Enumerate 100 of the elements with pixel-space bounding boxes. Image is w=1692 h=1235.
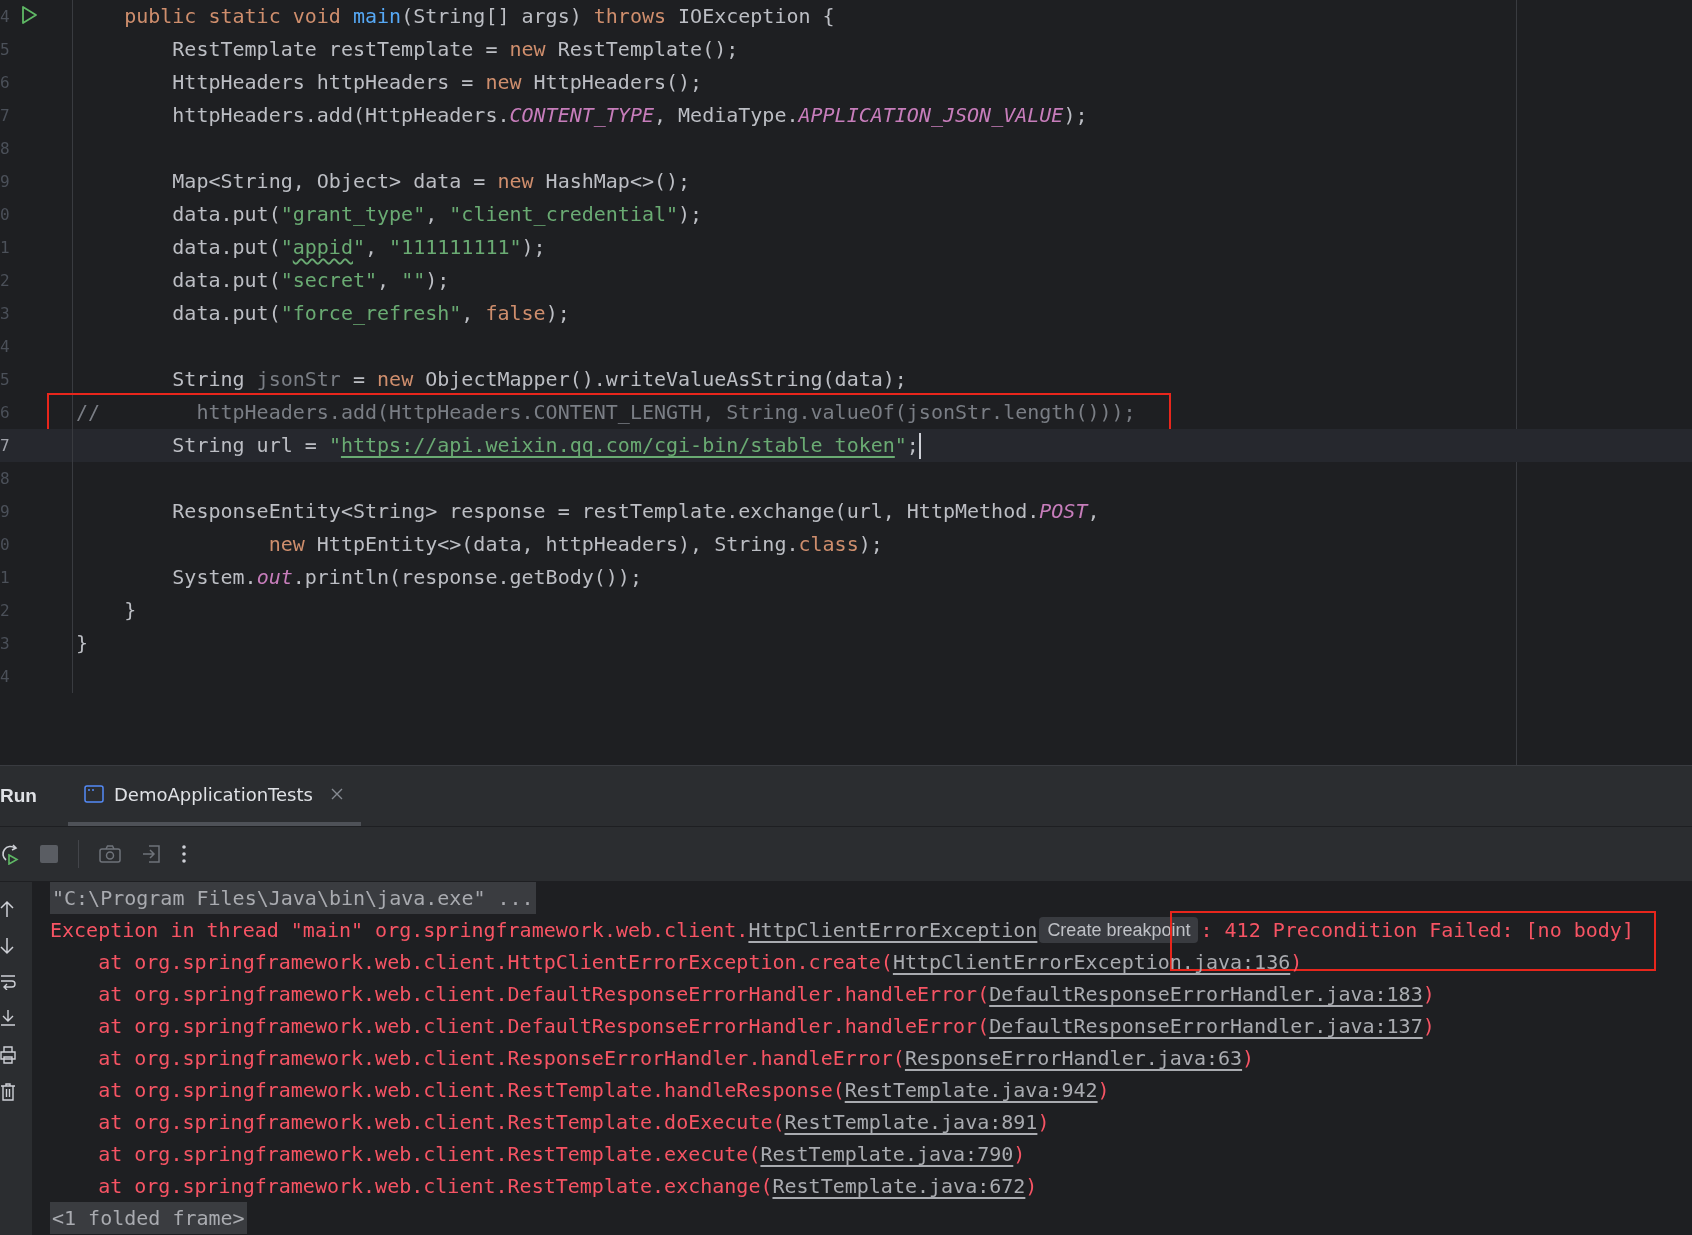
- folded-frames: <1 folded frame>: [50, 1202, 247, 1234]
- code-text: data.put(: [171, 267, 281, 294]
- error-text: at org.springframework.web.client.DefaultResponseErrorHandler.handleError(: [97, 981, 990, 1008]
- code-text: HttpHeaders httpHeaders =: [171, 69, 475, 96]
- error-text: at org.springframework.web.client.RestTemplate.handleResponse(: [97, 1077, 845, 1104]
- error-text: ): [1290, 949, 1303, 976]
- more-icon[interactable]: [181, 844, 187, 864]
- code-text: String: [171, 366, 246, 393]
- close-icon[interactable]: [330, 788, 343, 800]
- code-text: );: [1063, 102, 1088, 129]
- string-literal: ": [328, 432, 341, 459]
- code-text: }: [76, 630, 89, 657]
- code-text: RestTemplate restTemplate =: [171, 36, 499, 63]
- source-link[interactable]: RestTemplate.java:891: [784, 1106, 1038, 1138]
- static-field: APPLICATION_JSON_VALUE: [798, 99, 1064, 132]
- keyword: new: [485, 69, 522, 96]
- keyword: public static void: [123, 3, 342, 30]
- keyword: throws: [593, 3, 667, 30]
- scroll-to-end-icon[interactable]: [0, 1009, 16, 1027]
- text-cursor: [918, 432, 921, 459]
- source-link[interactable]: DefaultResponseErrorHandler.java:137: [989, 1010, 1423, 1042]
- error-text: at org.springframework.web.client.RestTemplate.doExecute(: [97, 1109, 785, 1136]
- source-link[interactable]: RestTemplate.java:790: [760, 1138, 1014, 1170]
- code-text: httpHeaders.add(HttpHeaders.: [171, 102, 510, 129]
- code-text: ObjectMapper().writeValueAsString(data);: [424, 366, 907, 393]
- code-comment: // httpHeaders.add(HttpHeaders.CONTENT_LENGTH, String.valueOf(jsonStr.length()));: [76, 399, 1136, 426]
- string-literal: "": [401, 267, 426, 294]
- error-text: ): [1025, 1173, 1038, 1200]
- trash-icon[interactable]: [0, 1083, 16, 1101]
- source-link[interactable]: ResponseErrorHandler.java:63: [904, 1042, 1243, 1074]
- url-link[interactable]: https://api.weixin.qq.com/cgi-bin/stable_token: [340, 429, 895, 462]
- code-text: IOException {: [677, 3, 835, 30]
- code-text: =: [351, 366, 366, 393]
- error-text: ): [1037, 1109, 1050, 1136]
- code-text: data.put(: [171, 201, 281, 228]
- code-text: HashMap<>();: [544, 168, 691, 195]
- exit-icon[interactable]: [141, 844, 161, 864]
- code-text: String url =: [171, 432, 318, 459]
- keyword: new: [509, 36, 546, 63]
- code-text: HttpEntity<>(data, httpHeaders), String.: [315, 531, 799, 558]
- error-text: ): [1242, 1045, 1255, 1072]
- string-literal: "client_credential": [449, 201, 679, 228]
- error-text: at org.springframework.web.client.DefaultResponseErrorHandler.handleError(: [97, 1013, 990, 1040]
- camera-icon[interactable]: [99, 845, 121, 863]
- string-literal: ": [280, 234, 293, 261]
- static-field: POST: [1039, 495, 1088, 528]
- string-literal: "force_refresh": [280, 300, 462, 327]
- string-literal: ": [352, 234, 365, 261]
- static-field: out: [256, 561, 293, 594]
- print-icon[interactable]: [0, 1046, 16, 1064]
- line-number: 7: [0, 435, 10, 457]
- error-text: ): [1422, 981, 1435, 1008]
- code-text: RestTemplate();: [556, 36, 739, 63]
- source-link[interactable]: RestTemplate.java:942: [844, 1074, 1098, 1106]
- code-text: ,: [425, 201, 439, 228]
- rerun-icon[interactable]: [0, 843, 20, 865]
- code-text: );: [678, 201, 703, 228]
- code-text: Map<String, Object> data =: [171, 168, 487, 195]
- error-text: : 412 Precondition Failed: [no body]: [1200, 914, 1634, 946]
- error-text: ): [1422, 1013, 1435, 1040]
- error-text: at org.springframework.web.client.ResponseErrorHandler.handleError(: [97, 1045, 905, 1072]
- string-literal: "grant_type": [280, 201, 426, 228]
- error-text: at org.springframework.web.client.HttpClientErrorException.create(: [97, 949, 893, 976]
- error-text: at org.springframework.web.client.RestTemplate.exchange(: [97, 1173, 773, 1200]
- string-literal: "111111111": [389, 234, 522, 261]
- soft-wrap-icon[interactable]: [0, 974, 16, 990]
- code-text: );: [521, 234, 546, 261]
- code-text: System.: [171, 564, 257, 591]
- error-text: ): [1097, 1077, 1110, 1104]
- error-text: ): [1013, 1141, 1026, 1168]
- code-text: .println(response.getBody());: [292, 564, 642, 591]
- down-arrow-icon[interactable]: [0, 937, 14, 955]
- window-icon: [84, 785, 104, 803]
- run-icon[interactable]: [19, 5, 39, 25]
- code-text: data.put(: [171, 300, 281, 327]
- code-text: );: [545, 300, 570, 327]
- up-arrow-icon[interactable]: [0, 900, 14, 918]
- keyword: new: [267, 531, 305, 558]
- string-literal: "secret": [280, 267, 378, 294]
- code-text: ResponseEntity<String> response = restTemplate.exchange(url, HttpMethod.: [171, 498, 1040, 525]
- source-link[interactable]: RestTemplate.java:672: [772, 1170, 1026, 1202]
- code-text: );: [425, 267, 450, 294]
- code-text: ;: [906, 432, 919, 459]
- code-text: ,: [377, 267, 391, 294]
- string-literal: appid: [292, 234, 353, 261]
- code-text: ,: [461, 300, 475, 327]
- source-link[interactable]: HttpClientErrorException: [748, 914, 1038, 946]
- method-name: main: [352, 3, 402, 30]
- code-text: }: [123, 597, 137, 624]
- keyword: new: [497, 168, 534, 195]
- string-literal: ": [894, 432, 907, 459]
- error-text: Exception in thread "main" org.springframework.web.client.: [50, 917, 749, 944]
- panel-title: Run: [0, 785, 38, 807]
- code-text: (String[] args): [401, 3, 583, 30]
- source-link[interactable]: DefaultResponseErrorHandler.java:183: [989, 978, 1423, 1010]
- code-text: );: [858, 531, 883, 558]
- unused-variable: jsonStr: [256, 366, 341, 393]
- code-text: data.put(: [171, 234, 281, 261]
- error-text: at org.springframework.web.client.RestTemplate.execute(: [97, 1141, 761, 1168]
- code-text: HttpHeaders();: [532, 69, 703, 96]
